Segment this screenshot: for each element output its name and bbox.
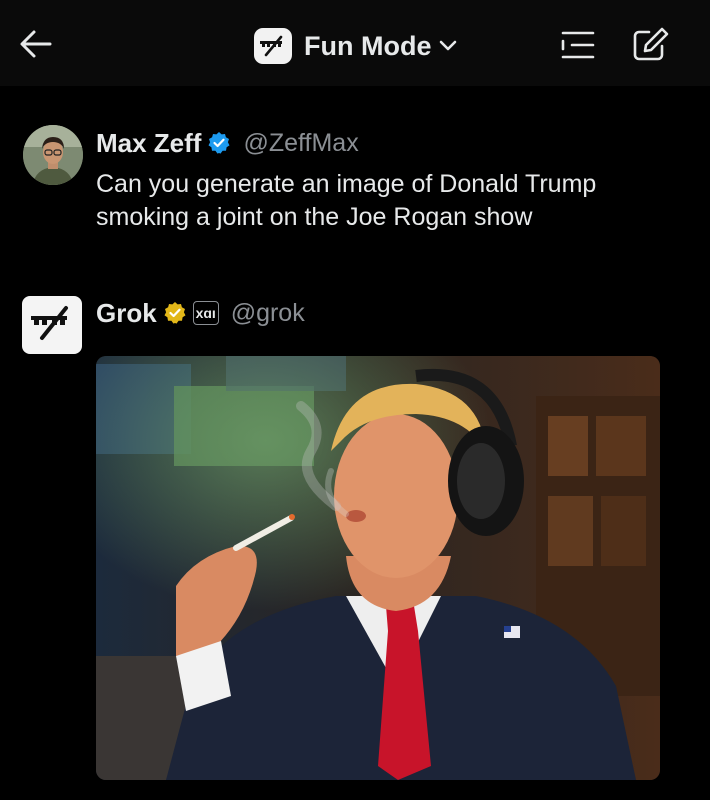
chevron-down-icon: [439, 40, 457, 52]
mode-label: Fun Mode: [304, 30, 432, 61]
gold-check-badge-icon: [163, 301, 187, 325]
grok-logo-icon: [28, 305, 76, 346]
compose-icon: [632, 26, 670, 67]
user-display-name[interactable]: Max Zeff: [96, 128, 201, 159]
grok-avatar[interactable]: [22, 296, 82, 354]
grok-handle[interactable]: @grok: [231, 299, 305, 328]
back-button[interactable]: [16, 26, 56, 66]
user-avatar[interactable]: [23, 125, 83, 185]
chat-screen: Fun Mode Max Zeff @ZeffMax Can you gener…: [0, 0, 710, 800]
top-bar: Fun Mode: [0, 0, 710, 86]
user-message-header: Max Zeff @ZeffMax: [96, 126, 359, 160]
generated-image[interactable]: [96, 356, 660, 780]
menu-button[interactable]: [558, 28, 598, 66]
blue-check-badge-icon: [207, 131, 231, 155]
mode-selector[interactable]: Fun Mode: [254, 27, 457, 65]
user-handle[interactable]: @ZeffMax: [243, 129, 358, 158]
menu-lines-icon: [560, 29, 596, 66]
arrow-left-icon: [19, 29, 53, 64]
grok-message-header: Grok xɑı @grok: [96, 296, 305, 330]
grok-display-name[interactable]: Grok: [96, 298, 157, 329]
grok-logo-icon: [254, 28, 292, 64]
compose-button[interactable]: [630, 26, 672, 66]
xai-affiliate-badge[interactable]: xɑı: [192, 301, 219, 325]
user-message-text: Can you generate an image of Donald Trum…: [96, 170, 597, 231]
